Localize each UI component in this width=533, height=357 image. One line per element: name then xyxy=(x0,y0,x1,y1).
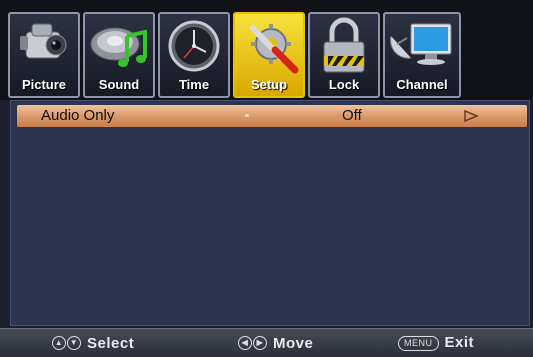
right-button-icon: ▶ xyxy=(253,336,267,351)
hint-move: ◀ ▶ Move xyxy=(238,334,313,354)
menu-item-label: Audio Only xyxy=(41,107,115,124)
tab-label: Picture xyxy=(21,77,67,92)
tv-osd-menu: Picture Sound Time Setup Lock Channel Au… xyxy=(0,0,533,357)
tab-channel[interactable]: Channel xyxy=(383,12,461,98)
speaker-music-note-icon xyxy=(90,27,147,67)
menu-item-audio-only[interactable]: Audio Only Off xyxy=(17,105,527,127)
tab-lock[interactable]: Lock xyxy=(308,12,380,98)
tab-picture[interactable]: Picture xyxy=(8,12,80,98)
menu-key-icon: MENU xyxy=(398,335,439,351)
tab-label: Lock xyxy=(328,77,360,92)
left-button-icon: ◀ xyxy=(238,336,252,351)
footer-hint-bar: ▲ ▼ Select ◀ ▶ Move MENU Exit xyxy=(0,328,533,357)
wrench-screwdriver-gear-icon xyxy=(248,23,299,74)
tab-label: Channel xyxy=(396,77,448,92)
tab-label: Sound xyxy=(98,77,140,92)
arrow-right-icon[interactable] xyxy=(463,109,479,123)
tab-label: Time xyxy=(178,77,210,92)
hint-select: ▲ ▼ Select xyxy=(52,334,134,354)
padlock-icon xyxy=(323,17,365,73)
hint-move-label: Move xyxy=(273,334,314,352)
separator-dot xyxy=(245,114,249,117)
tab-time[interactable]: Time xyxy=(158,12,230,98)
tab-label: Setup xyxy=(250,77,288,92)
tab-sound[interactable]: Sound xyxy=(83,12,155,98)
menu-item-value[interactable]: Off xyxy=(342,107,362,124)
down-button-icon: ▼ xyxy=(67,336,81,351)
hint-exit: MENU Exit xyxy=(398,334,474,354)
clock-icon xyxy=(168,20,220,72)
hint-exit-label: Exit xyxy=(444,334,475,351)
up-button-icon: ▲ xyxy=(52,336,66,351)
tab-setup[interactable]: Setup xyxy=(233,12,305,98)
setup-options-panel: Audio Only Off xyxy=(10,100,530,326)
camcorder-icon xyxy=(20,23,67,59)
satellite-dish-monitor-icon xyxy=(390,23,452,65)
menu-tab-bar: Picture Sound Time Setup Lock Channel xyxy=(0,0,533,100)
hint-select-label: Select xyxy=(87,334,135,352)
